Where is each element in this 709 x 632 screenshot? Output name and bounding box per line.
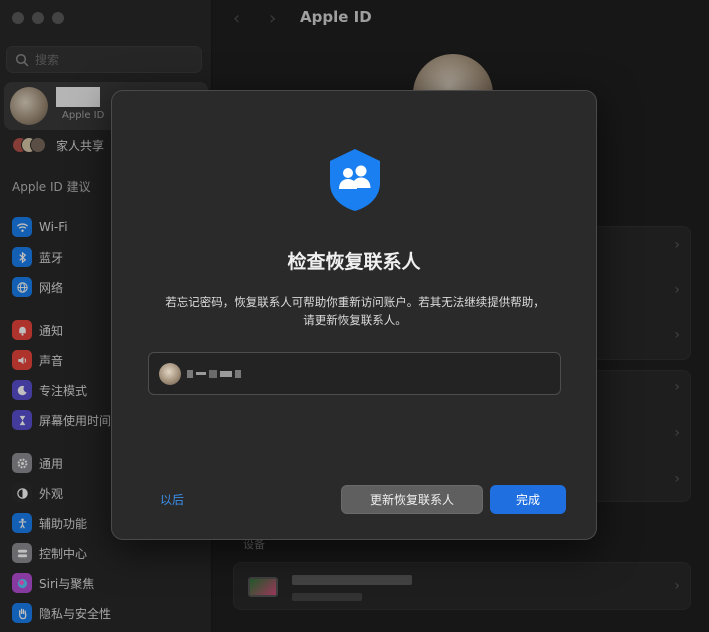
done-button[interactable]: 完成: [490, 485, 566, 514]
contact-name-redacted: [187, 369, 241, 378]
dialog-message: 若忘记密码，恢复联系人可帮助你重新访问账户。若其无法继续提供帮助，请更新恢复联系…: [165, 295, 545, 327]
update-recovery-contact-button[interactable]: 更新恢复联系人: [341, 485, 483, 514]
dialog-title: 检查恢复联系人: [287, 251, 421, 273]
shield-people-icon: [330, 149, 380, 211]
recovery-contact-item: [148, 352, 561, 395]
contact-avatar: [159, 362, 181, 385]
recovery-contact-dialog: 检查恢复联系人 若忘记密码，恢复联系人可帮助你重新访问账户。若其无法继续提供帮助…: [111, 90, 597, 540]
later-button[interactable]: 以后: [160, 491, 184, 508]
